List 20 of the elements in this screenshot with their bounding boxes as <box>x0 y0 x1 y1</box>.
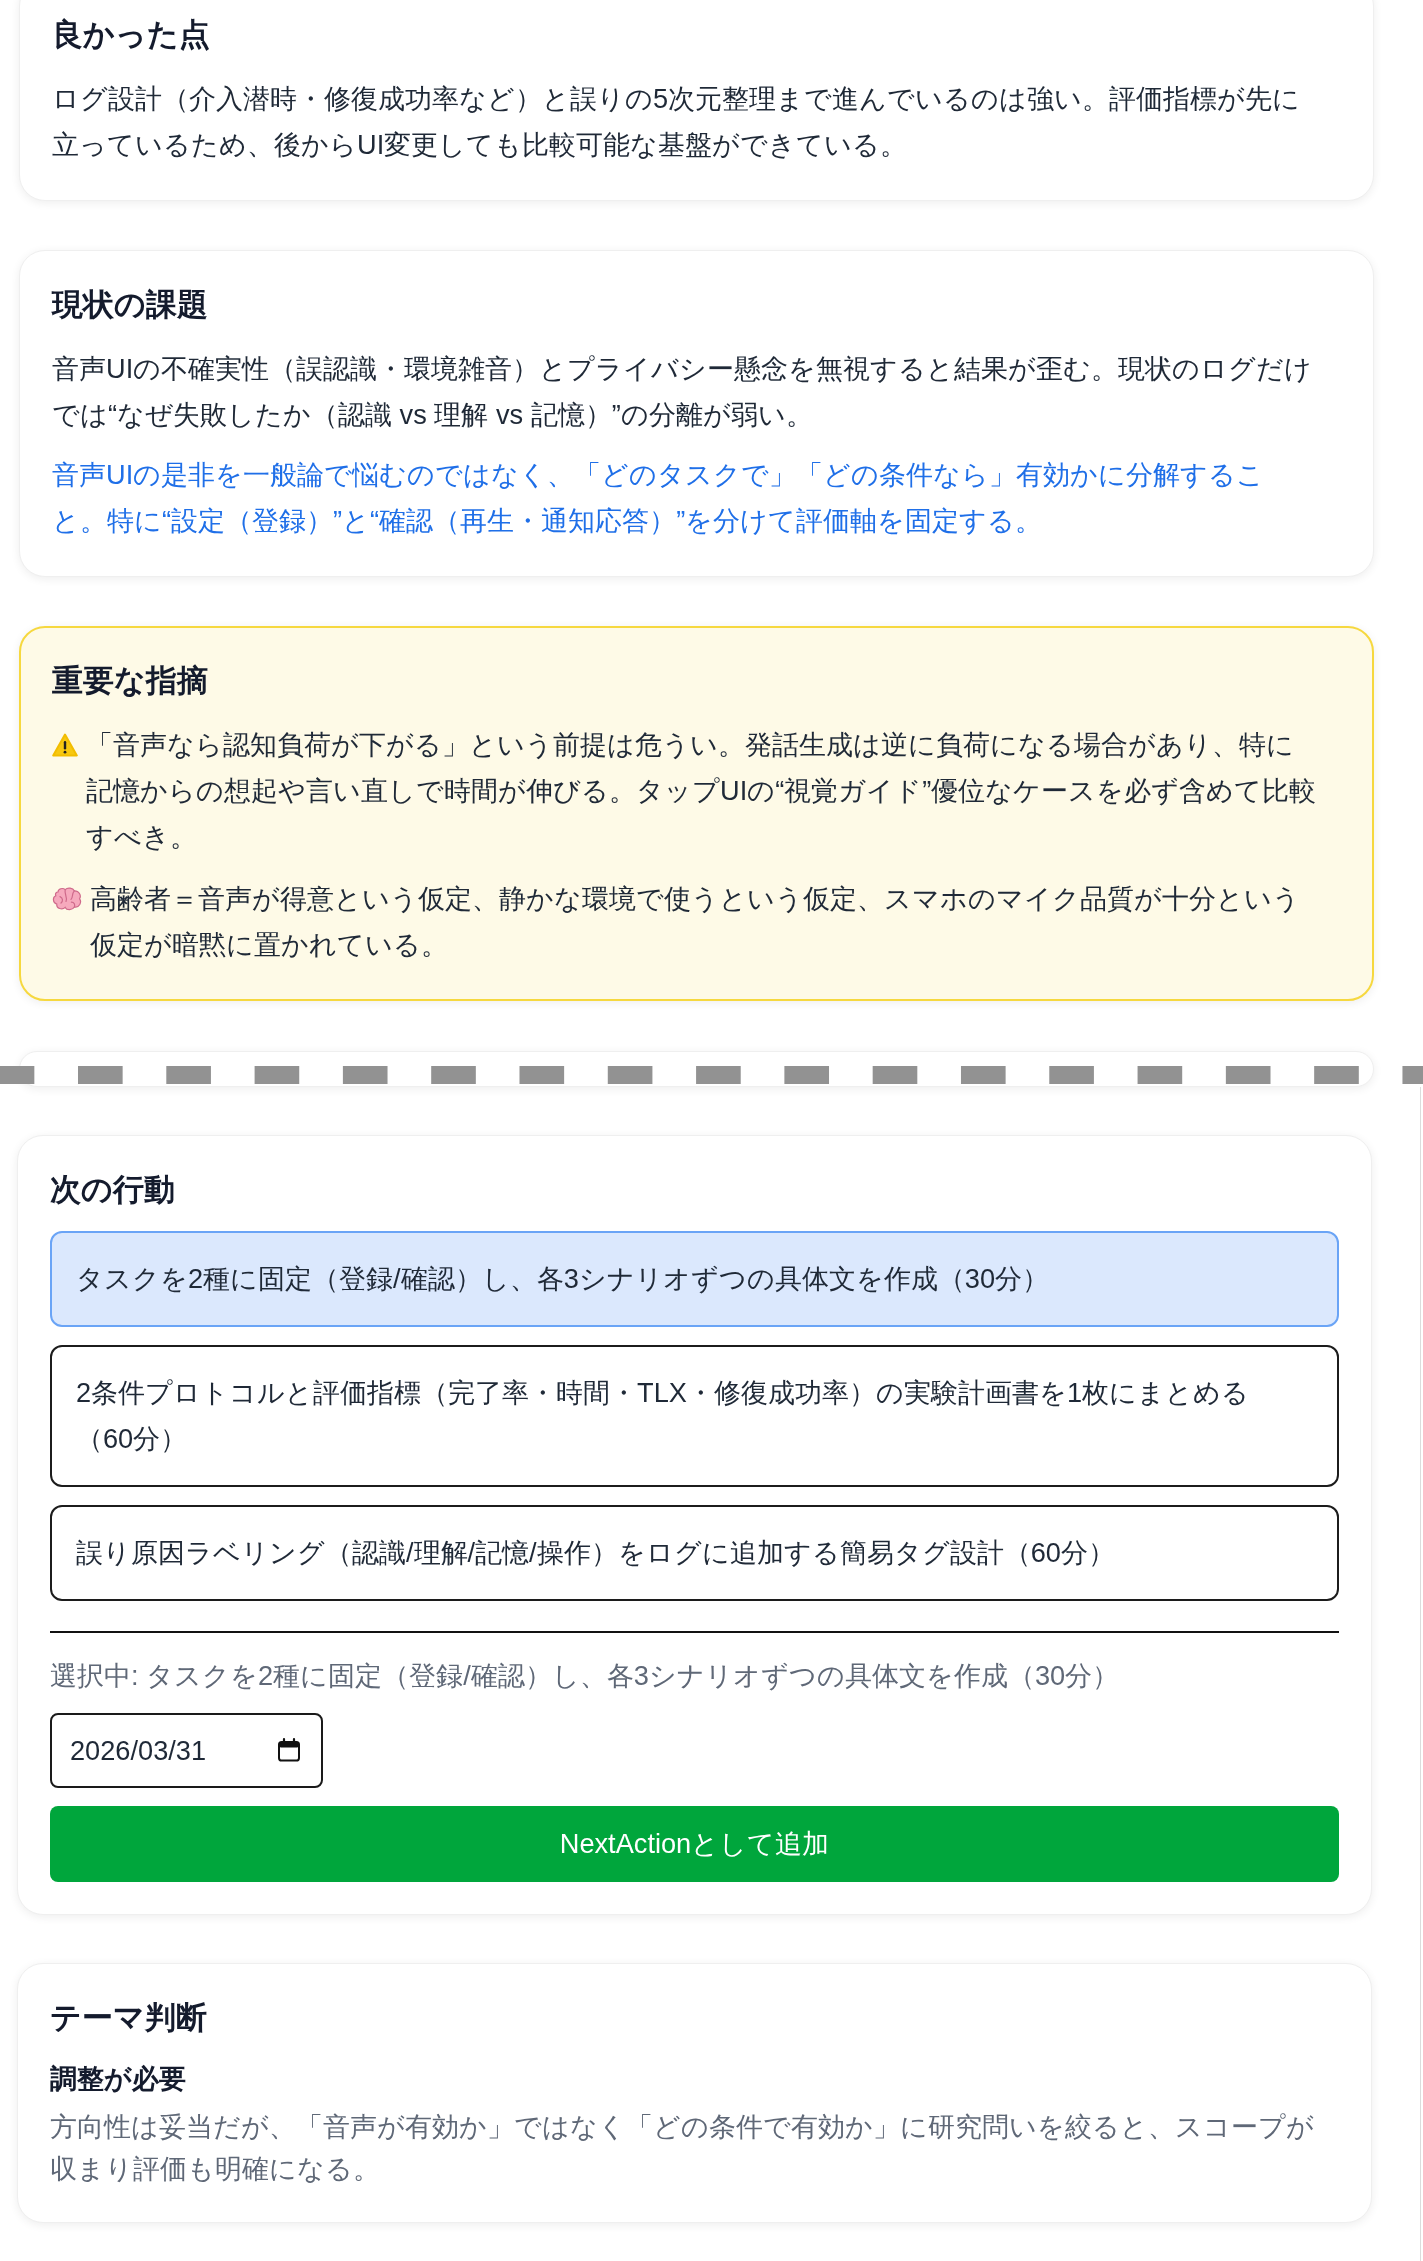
warning-icon <box>52 733 78 757</box>
section-title: テーマ判断 <box>50 1999 208 2037</box>
section-title: 重要な指摘 <box>52 662 209 700</box>
section-title: 現状の課題 <box>52 286 209 324</box>
body-text: ログ設計（介入潜時・修復成功率など）と誤りの5次元整理まで進んでいるのは強い。評価指標が先に立っているため、後からUI変更しても比較可能な基盤ができている。 <box>52 82 1302 162</box>
action-option[interactable]: 誤り原因ラベリング（認識/理解/記憶/操作）をログに追加する簡易タグ設計（60分） <box>50 1505 1339 1601</box>
action-option[interactable]: タスクを2種に固定（登録/確認）し、各3シナリオずつの具体文を作成（30分） <box>50 1231 1339 1327</box>
action-option[interactable]: 2条件プロトコルと評価指標（完了率・時間・TLX・修復成功率）の実験計画書を1枚にまとめる（60分） <box>50 1345 1339 1487</box>
brain-icon <box>52 887 82 911</box>
judgment-text: 方向性は妥当だが、「音声が有効か」ではなく「どの条件で有効か」に研究問いを絞ると、スコープが収まり評価も明確になる。 <box>50 2110 1315 2186</box>
section-title: 良かった点 <box>52 16 211 54</box>
verdict-label: 調整が必要 <box>50 2062 187 2096</box>
selection-text: 選択中: タスクを2種に固定（登録/確認）し、各3シナリオずつの具体文を作成（30分） <box>50 1659 1121 1693</box>
warning-text: 「音声なら認知負荷が下がる」という前提は危うい。発話生成は逆に負荷になる場合があり、特に記憶からの想起や言い直しで時間が伸びる。タップUIの“視覚ガイド”優位なケースを必ず含めて比較すべき。 <box>86 728 1318 854</box>
section-title: 次の行動 <box>50 1171 176 1209</box>
date-field[interactable]: 2026/03/31 <box>50 1713 323 1788</box>
calendar-icon <box>277 1738 301 1762</box>
advice-text: 音声UIの是非を一般論で悩むのではなく、「どのタスクで」「どの条件なら」有効かに分解すること。特に“設定（登録）”と“確認（再生・通知応答）”を分けて評価軸を固定する。 <box>52 458 1266 538</box>
body-text: 音声UIの不確実性（誤認識・環境雑音）とプライバシー懸念を無視すると結果が歪む。現状のログだけでは“なぜ失敗したか（認識 vs 理解 vs 記憶）”の分離が弱い。 <box>52 352 1314 432</box>
note-text: 高齢者＝音声が得意という仮定、静かな環境で使うという仮定、スマホのマイク品質が十分という仮定が暗黙に置かれている。 <box>90 882 1301 962</box>
